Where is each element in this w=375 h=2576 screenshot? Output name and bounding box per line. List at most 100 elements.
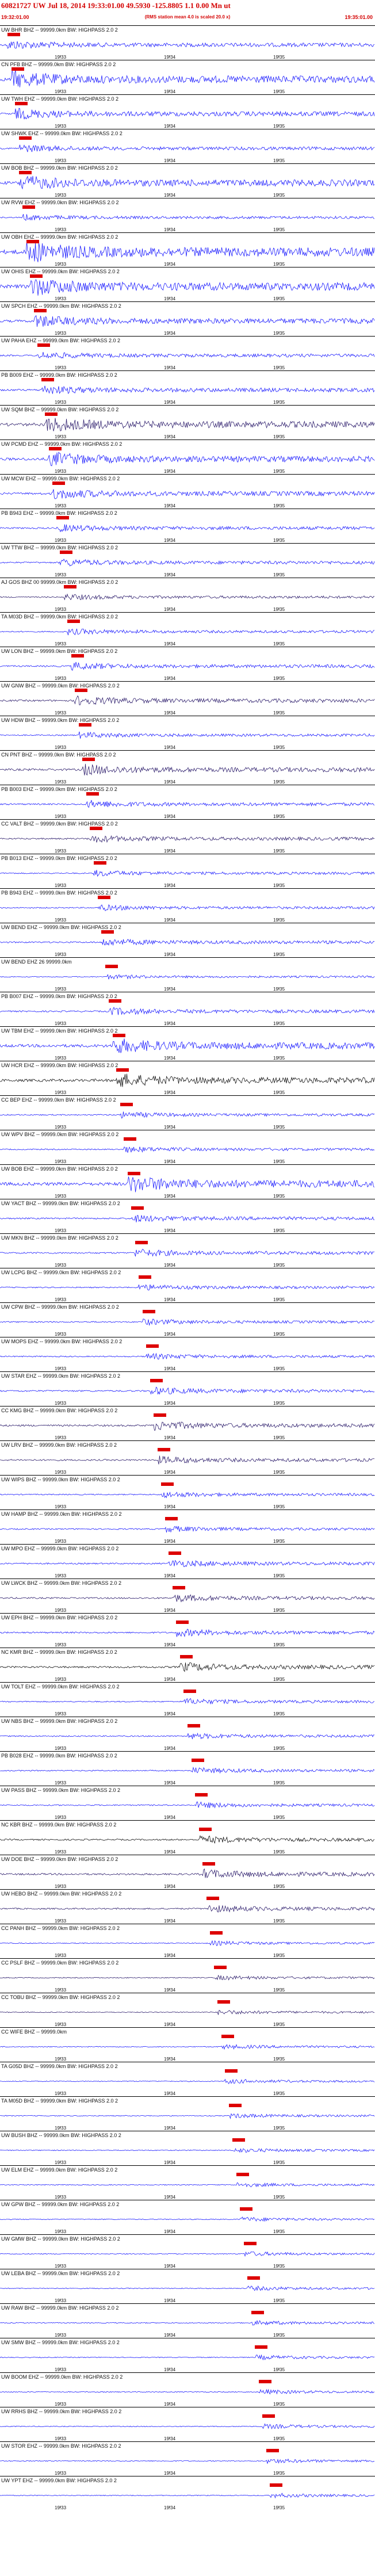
time-tick-label: 19:34: [164, 641, 176, 647]
pick-marker: [30, 274, 43, 278]
time-tick-label: 19:35: [273, 2367, 285, 2372]
pick-marker: [206, 1897, 219, 1900]
waveform: [0, 175, 375, 190]
time-tick-label: 19:34: [164, 1988, 176, 1993]
trace-row: UW STOR EHZ -- 99999.0km BW: HIGHPASS 2.…: [0, 2441, 375, 2476]
station-label: UW YACT BHZ -- 99999.0km BW: HIGHPASS 2.…: [1, 1201, 120, 1206]
trace-row: UW LWCK BHZ -- 99999.0km BW: HIGHPASS 2.…: [0, 1579, 375, 1613]
time-tick-label: 19:35: [273, 1159, 285, 1164]
pick-marker: [150, 1379, 163, 1382]
pick-marker: [183, 1690, 196, 1693]
time-tick-label: 19:35: [273, 538, 285, 543]
time-tick-label: 19:33: [55, 1884, 67, 1889]
trace-row: UW OHIS EHZ -- 99999.0km BW: HIGHPASS 2.…: [0, 267, 375, 301]
time-tick-label: 19:33: [55, 124, 67, 129]
station-label: UW HEBO BHZ -- 99999.0km BW: HIGHPASS 2.…: [1, 1891, 121, 1897]
time-tick-label: 19:34: [164, 1677, 176, 1682]
time-tick-label: 19:33: [55, 2195, 67, 2200]
station-label: UW MKN BHZ -- 99999.0km BW: HIGHPASS 2.0…: [1, 1235, 118, 1241]
pick-marker: [188, 1724, 200, 1727]
time-tick-label: 19:34: [164, 1194, 176, 1199]
station-label: UW BOB EHZ -- 99999.0km BW: HIGHPASS 2.0…: [1, 1166, 118, 1172]
time-tick-label: 19:33: [55, 641, 67, 647]
time-tick-label: 19:34: [164, 2436, 176, 2441]
time-tick-label: 19:35: [273, 331, 285, 336]
time-tick-label: 19:33: [55, 814, 67, 819]
pick-marker: [135, 1241, 148, 1244]
trace-row: UW STAR EHZ -- 99999.0km BW: HIGHPASS 2.…: [0, 1371, 375, 1406]
station-label: PB B013 EHZ -- 99999.0km BW: HIGHPASS 2.…: [1, 855, 117, 861]
station-label: UW SMW BHZ -- 99999.0km BW: HIGHPASS 2.0…: [1, 2340, 120, 2345]
trace-row: UW MOPS EHZ -- 99999.0km BW: HIGHPASS 2.…: [0, 1337, 375, 1371]
time-tick-label: 19:34: [164, 1953, 176, 1958]
time-tick-label: 19:33: [55, 434, 67, 439]
trace-row: CC PANH BHZ -- 99999.0km BW: HIGHPASS 2.…: [0, 1924, 375, 1958]
pick-marker: [94, 861, 106, 865]
trace-row: PB B028 EHZ -- 99999.0km BW: HIGHPASS 2.…: [0, 1751, 375, 1786]
time-tick-label: 19:34: [164, 2264, 176, 2269]
time-tick-label: 19:34: [164, 331, 176, 336]
trace-row: UW HDW BHZ -- 99999.0km BW: HIGHPASS 2.0…: [0, 716, 375, 750]
pick-marker: [22, 205, 35, 209]
waveform: [0, 351, 375, 359]
trace-row: UW DOE BHZ -- 99999.0km BW: HIGHPASS 2.0…: [0, 1855, 375, 1889]
time-tick-label: 19:34: [164, 676, 176, 681]
waveform: [0, 1801, 375, 1809]
pick-marker: [262, 2414, 275, 2418]
time-tick-label: 19:35: [273, 227, 285, 232]
waveform: [0, 2147, 375, 2153]
station-label: UW LWCK BHZ -- 99999.0km BW: HIGHPASS 2.…: [1, 1580, 121, 1586]
time-tick-label: 19:35: [273, 2471, 285, 2476]
time-tick-label: 19:35: [273, 2264, 285, 2269]
waveform: [0, 593, 375, 601]
time-tick-label: 19:34: [164, 2195, 176, 2200]
pick-marker: [169, 1551, 181, 1555]
time-tick-label: 19:33: [55, 607, 67, 612]
waveform: [0, 2423, 375, 2430]
station-label: UW PAHA EHZ -- 99999.0km BW: HIGHPASS 2.…: [1, 338, 120, 343]
time-tick-label: 19:33: [55, 2229, 67, 2234]
time-tick-label: 19:33: [55, 55, 67, 60]
waveform: [0, 279, 375, 296]
trace-row: UW PASS BHZ -- 99999.0km BW: HIGHPASS 2.…: [0, 1786, 375, 1820]
time-tick-label: 19:35: [273, 1125, 285, 1130]
pick-marker: [221, 2035, 234, 2038]
station-label: PB B003 EHZ -- 99999.0km BW: HIGHPASS 2.…: [1, 786, 117, 792]
station-label: UW TTW BHZ -- 99999.0km BW: HIGHPASS 2.0…: [1, 545, 118, 551]
time-tick-label: 19:33: [55, 2126, 67, 2131]
time-tick-label: 19:34: [164, 2022, 176, 2027]
trace-row: UW GNW BHZ -- 99999.0km BW: HIGHPASS 2.0…: [0, 681, 375, 716]
station-label: UW LCPG BHZ -- 99999.0km BW: HIGHPASS 2.…: [1, 1270, 121, 1275]
station-label: PB B028 EHZ -- 99999.0km BW: HIGHPASS 2.…: [1, 1753, 117, 1759]
time-tick-label: 19:35: [273, 1746, 285, 1751]
pick-marker: [19, 171, 32, 174]
trace-row: UW SMW BHZ -- 99999.0km BW: HIGHPASS 2.0…: [0, 2338, 375, 2372]
time-tick-label: 19:34: [164, 883, 176, 888]
trace-row: UW YACT BHZ -- 99999.0km BW: HIGHPASS 2.…: [0, 1199, 375, 1233]
time-tick-label: 19:34: [164, 89, 176, 94]
pick-marker: [45, 412, 58, 416]
waveform: [0, 628, 375, 636]
time-tick-label: 19:34: [164, 1401, 176, 1406]
time-tick-label: 19:35: [273, 814, 285, 819]
station-label: UW TWH EHZ -- 99999.0km BW: HIGHPASS 2.0…: [1, 96, 118, 102]
time-tick-label: 19:33: [55, 918, 67, 923]
trace-row: UW WPV BHZ -- 99999.0km BW: HIGHPASS 2.0…: [0, 1130, 375, 1164]
pick-marker: [154, 1413, 166, 1417]
pick-marker: [165, 1517, 178, 1520]
station-label: UW HDW BHZ -- 99999.0km BW: HIGHPASS 2.0…: [1, 717, 119, 723]
trace-row: UW LON BHZ -- 99999.0km BW: HIGHPASS 2.0…: [0, 647, 375, 681]
time-tick-label: 19:35: [273, 1366, 285, 1371]
time-tick-label: 19:33: [55, 1056, 67, 1061]
time-tick-label: 19:34: [164, 1539, 176, 1544]
waveform: [0, 2285, 375, 2291]
end-time: 19:35:01.00: [345, 14, 373, 20]
waveform: [0, 870, 375, 877]
pick-marker: [195, 1793, 208, 1797]
time-tick-label: 19:35: [273, 987, 285, 992]
time-tick-label: 19:34: [164, 1642, 176, 1648]
trace-row: UW TBM EHZ -- 99999.0km BW: HIGHPASS 2.0…: [0, 1026, 375, 1061]
waveform: [0, 1940, 375, 1946]
time-tick-label: 19:34: [164, 538, 176, 543]
waveform: [0, 489, 375, 499]
